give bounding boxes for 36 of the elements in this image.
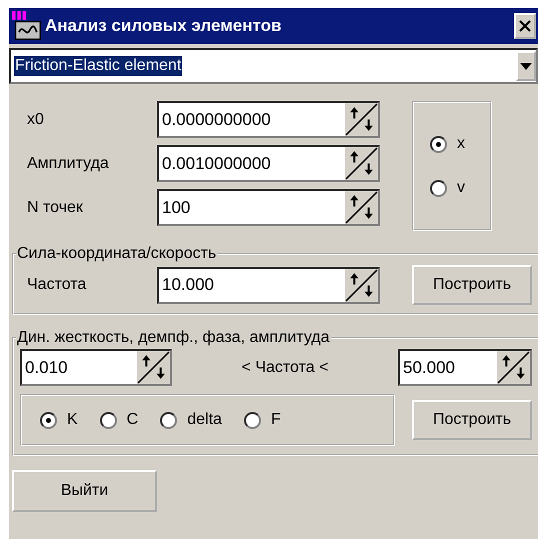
field-label: x0 <box>27 110 45 128</box>
radio-option[interactable]: K <box>40 411 78 429</box>
radio-option[interactable]: delta <box>160 411 222 429</box>
spin-arrows-icon[interactable] <box>137 351 170 384</box>
field-label: Амплитуда <box>27 154 110 172</box>
field-label: Частота <box>27 276 88 294</box>
app-icon <box>12 11 42 41</box>
spin-field[interactable]: 100 <box>157 189 380 226</box>
dropdown-value: Friction-Elastic element <box>14 56 182 76</box>
build-button[interactable]: Построить <box>412 400 532 440</box>
spin-arrows-icon[interactable] <box>497 351 530 384</box>
spin-field[interactable]: 0.0000000000 <box>157 101 380 138</box>
element-dropdown[interactable]: Friction-Elastic element <box>9 48 538 84</box>
spin-field[interactable]: 0.0010000000 <box>157 145 380 182</box>
window-title: Анализ силовых элементов <box>45 16 282 36</box>
spin-arrows-icon[interactable] <box>345 191 378 224</box>
radio-option[interactable]: C <box>100 411 138 429</box>
range-label: < Частота < <box>240 358 330 376</box>
spin-field[interactable]: 50.000 <box>398 349 532 386</box>
radio-option[interactable]: F <box>244 411 281 429</box>
spin-arrows-icon[interactable] <box>345 103 378 136</box>
spin-arrows-icon[interactable] <box>345 268 378 302</box>
field-label: N точек <box>27 198 84 216</box>
group-title: Сила-координата/скорость <box>16 245 218 263</box>
dropdown-button[interactable] <box>516 51 536 81</box>
spin-arrows-icon[interactable] <box>345 147 378 180</box>
group-title: Дин. жесткость, демпф., фаза, амплитуда <box>16 329 331 347</box>
spin-field[interactable]: 0.010 <box>20 349 172 386</box>
radio-option[interactable]: x <box>430 135 490 153</box>
close-button[interactable] <box>514 13 536 39</box>
build-button[interactable]: Построить <box>412 265 532 305</box>
dropdown-arrow-icon <box>520 62 532 70</box>
radio-option[interactable]: v <box>430 179 490 197</box>
spin-field[interactable]: 10.000 <box>157 266 380 304</box>
close-icon <box>519 20 531 32</box>
exit-button[interactable]: Выйти <box>12 470 157 512</box>
